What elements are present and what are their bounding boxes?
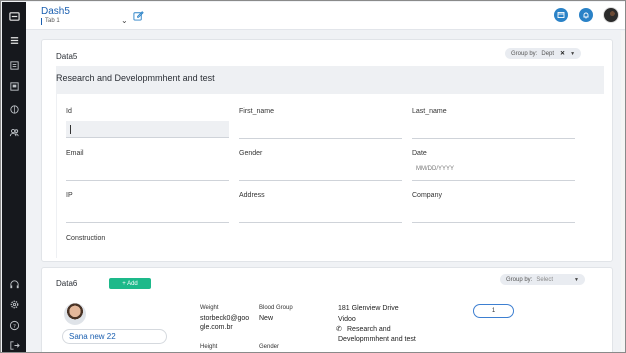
weight-label: Weight bbox=[200, 305, 219, 311]
date-placeholder[interactable]: MM/DD/YYYY bbox=[416, 166, 454, 172]
address-line2: Vidoo bbox=[338, 316, 356, 323]
groupby-value: Select bbox=[536, 276, 554, 283]
panel-title: Data5 bbox=[56, 52, 78, 61]
calendar-icon[interactable] bbox=[554, 8, 568, 22]
top-bar: Dash5 Tab 1 ⌄ bbox=[26, 2, 625, 30]
phone-icon: ✆ bbox=[336, 326, 342, 333]
address-line1: 181 Glenview Drive bbox=[338, 305, 399, 312]
height-label: Height bbox=[200, 344, 218, 350]
add-button[interactable]: + Add bbox=[109, 278, 151, 289]
help-icon[interactable]: ? bbox=[8, 319, 20, 331]
dashboard-title[interactable]: Dash5 bbox=[41, 6, 70, 17]
bell-icon[interactable] bbox=[579, 8, 593, 22]
gender-input[interactable] bbox=[239, 180, 402, 181]
groupby-label: Group by: bbox=[511, 50, 538, 57]
groupby-label: Group by: bbox=[506, 276, 533, 283]
gender-label: Gender bbox=[259, 344, 280, 350]
company-label: Company bbox=[412, 192, 442, 199]
app-frame: ? Dash5 Tab 1 ⌄ Data5 Group by: Dept ✕ ▼ bbox=[0, 0, 626, 353]
email-label: Email bbox=[66, 150, 84, 157]
users-icon[interactable] bbox=[8, 126, 20, 138]
chevron-down-icon[interactable]: ⌄ bbox=[121, 16, 128, 25]
edit-icon[interactable] bbox=[133, 10, 144, 21]
ip-label: IP bbox=[66, 192, 73, 199]
left-sidebar: ? bbox=[2, 2, 26, 352]
record-name[interactable]: Sana new 22 bbox=[62, 329, 167, 344]
gender-label: Gender bbox=[239, 150, 263, 157]
gear-icon[interactable] bbox=[8, 298, 20, 310]
construction-label: Construction bbox=[66, 235, 106, 242]
id-label: Id bbox=[66, 108, 72, 115]
scrollbar[interactable] bbox=[621, 31, 625, 352]
date-label: Date bbox=[412, 150, 427, 157]
save-icon[interactable] bbox=[8, 59, 20, 71]
first-name-input[interactable] bbox=[239, 138, 402, 139]
panel-title: Data6 bbox=[56, 279, 78, 288]
person-avatar bbox=[64, 303, 86, 325]
svg-text:?: ? bbox=[13, 323, 16, 329]
page-input[interactable]: 1 bbox=[473, 304, 514, 318]
blood-group-value: New bbox=[259, 315, 274, 322]
address-input[interactable] bbox=[239, 222, 402, 223]
tab-selector[interactable]: Tab 1 bbox=[41, 18, 60, 25]
logout-icon[interactable] bbox=[8, 339, 20, 351]
chevron-down-icon[interactable]: ▼ bbox=[574, 277, 579, 283]
document-icon[interactable] bbox=[8, 80, 20, 92]
last-name-label: Last_name bbox=[412, 108, 447, 115]
grid-icon[interactable] bbox=[8, 34, 20, 46]
weight-value-line2: gle.com.br bbox=[200, 324, 233, 331]
first-name-label: First_name bbox=[239, 108, 275, 115]
record-form: Research and Developmmhent and test Id F… bbox=[56, 66, 604, 258]
groupby-dropdown[interactable]: Group by: Select ▼ bbox=[500, 274, 585, 285]
wrench-icon[interactable] bbox=[8, 10, 20, 22]
headset-icon[interactable] bbox=[8, 278, 20, 290]
id-input[interactable] bbox=[66, 121, 229, 138]
dept-line1: Research and bbox=[347, 326, 391, 333]
groupby-value: Dept bbox=[541, 50, 555, 57]
dept-line2: Developmmhent and test bbox=[338, 336, 416, 343]
date-input[interactable] bbox=[412, 180, 575, 181]
form-fields: Id First_name Last_name Email Gender Dat… bbox=[56, 94, 604, 258]
clear-icon[interactable]: ✕ bbox=[560, 50, 565, 57]
data6-panel: Data6 + Add Group by: Select ▼ Sana new … bbox=[41, 267, 613, 352]
brain-icon[interactable] bbox=[8, 103, 20, 115]
weight-value-line1: storbeck0@goo bbox=[200, 315, 250, 322]
address-label: Address bbox=[239, 192, 265, 199]
blood-group-label: Blood Group bbox=[259, 305, 293, 311]
ip-input[interactable] bbox=[66, 222, 229, 223]
data5-panel: Data5 Group by: Dept ✕ ▼ Research and De… bbox=[41, 39, 613, 262]
company-input[interactable] bbox=[412, 222, 575, 223]
text-caret bbox=[70, 125, 71, 134]
user-avatar[interactable] bbox=[603, 7, 619, 23]
form-heading: Research and Developmmhent and test bbox=[56, 73, 215, 83]
last-name-input[interactable] bbox=[412, 138, 575, 139]
groupby-dropdown[interactable]: Group by: Dept ✕ ▼ bbox=[505, 48, 582, 59]
email-input[interactable] bbox=[66, 180, 229, 181]
chevron-down-icon[interactable]: ▼ bbox=[570, 51, 575, 57]
